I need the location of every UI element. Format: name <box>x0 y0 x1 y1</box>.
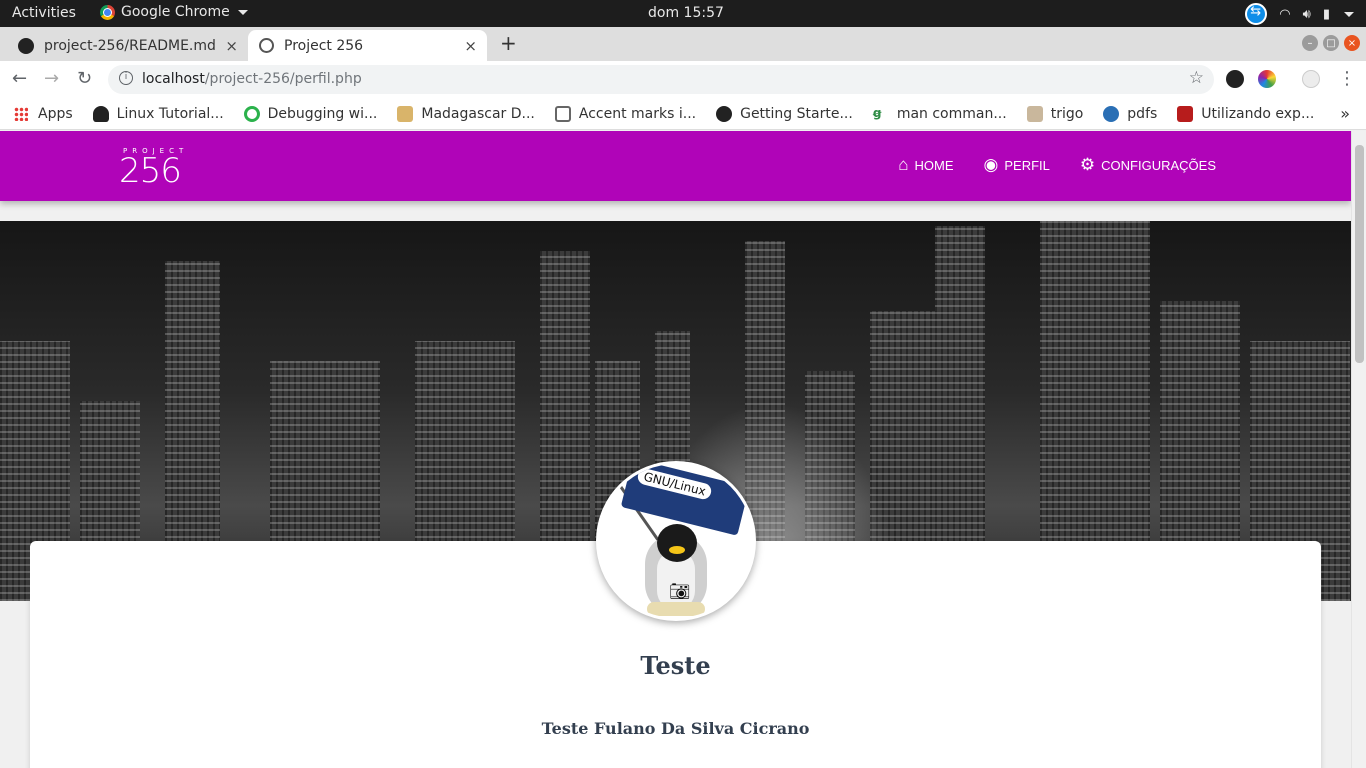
pdf-icon <box>1103 105 1120 122</box>
tab-readme[interactable]: project-256/README.md × <box>8 30 248 61</box>
minimize-button[interactable]: – <box>1302 35 1318 51</box>
bookmark-pdfs[interactable]: pdfs <box>1103 105 1158 122</box>
tab-close-icon[interactable]: × <box>464 37 477 55</box>
github-icon <box>18 37 34 54</box>
table-icon <box>1026 105 1043 122</box>
extension-icon[interactable] <box>1226 70 1244 88</box>
system-tray[interactable]: ◠ 🔊︎ ▮ <box>1245 3 1354 25</box>
tab-project-256[interactable]: Project 256 × <box>248 30 487 61</box>
tab-title: Project 256 <box>284 37 364 54</box>
nav-configuracoes-link[interactable]: ⚙ CONFIGURAÇÕES <box>1080 155 1216 175</box>
url-path: /project-256/perfil.php <box>204 71 362 87</box>
gg-icon: ꞡ <box>872 105 882 120</box>
browser-menu-icon[interactable]: ⋮ <box>1338 68 1356 89</box>
url-text[interactable]: localhost/project-256/perfil.php <box>142 71 362 87</box>
home-icon: ⌂ <box>898 155 909 174</box>
teamviewer-icon[interactable] <box>1245 3 1268 25</box>
profile-username: Teste <box>640 651 711 680</box>
bookmark-label: pdfs <box>1127 105 1158 122</box>
os-top-bar: Activities Google Chrome dom 15:57 ◠ 🔊︎ … <box>0 0 1366 27</box>
camera-icon[interactable]: 📷︎ <box>669 582 691 602</box>
bookmarks-bar: Apps Linux Tutorial... Debugging wi... M… <box>0 98 1366 130</box>
bookmark-getting-started[interactable]: Getting Starte... <box>716 105 853 122</box>
site-navbar: PROJECT 256 ⌂ HOME ◉ PERFIL ⚙ CONFIGURAÇ… <box>0 131 1351 201</box>
browser-toolbar: ← → ↻ i localhost/project-256/perfil.php… <box>0 61 1366 98</box>
bookmark-star-icon[interactable]: ☆ <box>1189 68 1204 88</box>
bookmark-debugging[interactable]: Debugging wi... <box>243 105 378 122</box>
github-icon <box>716 105 733 122</box>
bookmark-label: Madagascar D... <box>421 105 535 122</box>
target-icon <box>243 105 260 122</box>
bookmark-man-command[interactable]: ꞡ man comman... <box>873 106 1007 122</box>
bookmark-label: Apps <box>38 105 73 122</box>
color-picker-extension-icon[interactable] <box>1258 70 1276 88</box>
caret-down-icon <box>237 9 248 15</box>
account-icon: ◉ <box>983 155 999 174</box>
app-menu-label: Google Chrome <box>121 4 230 20</box>
bookmark-accent-marks[interactable]: Accent marks i... <box>554 105 697 122</box>
bookmark-madagascar[interactable]: Madagascar D... <box>397 105 535 122</box>
bookmark-icon <box>554 105 571 122</box>
address-bar[interactable]: i localhost/project-256/perfil.php ☆ <box>108 65 1214 94</box>
nav-home-label: HOME <box>914 157 954 173</box>
reload-icon[interactable]: ↻ <box>77 68 92 89</box>
nav-perfil-label: PERFIL <box>1004 157 1050 173</box>
wifi-icon: ◠ <box>1279 6 1291 22</box>
system-menu-caret-icon[interactable] <box>1344 11 1354 17</box>
bookmark-label: trigo <box>1050 105 1084 122</box>
bookmark-utilizando[interactable]: Utilizando exp... <box>1177 105 1315 122</box>
tab-strip: project-256/README.md × Project 256 × + … <box>0 27 1366 61</box>
maximize-button[interactable]: □ <box>1323 35 1339 51</box>
nav-configuracoes-label: CONFIGURAÇÕES <box>1101 157 1216 173</box>
profile-avatar-icon[interactable] <box>1302 70 1320 88</box>
nav-perfil-link[interactable]: ◉ PERFIL <box>984 155 1050 175</box>
bookmark-label: Getting Starte... <box>740 105 853 122</box>
activities-button[interactable]: Activities <box>12 5 76 21</box>
profile-avatar[interactable]: GNU/Linux 📷︎ <box>596 461 756 621</box>
chrome-icon <box>100 4 115 20</box>
bookmark-label: Utilizando exp... <box>1201 105 1315 122</box>
battery-icon: ▮ <box>1322 6 1330 22</box>
site-info-icon[interactable]: i <box>119 71 133 85</box>
logo-big-text: 256 <box>119 151 182 191</box>
volume-icon: 🔊︎ <box>1302 6 1311 22</box>
page-scrollbar[interactable] <box>1351 131 1366 768</box>
bookmark-trigo[interactable]: trigo <box>1026 105 1084 122</box>
close-window-button[interactable]: × <box>1344 35 1360 51</box>
bookmark-label: man comman... <box>896 105 1007 122</box>
new-tab-button[interactable]: + <box>500 31 517 55</box>
site-nav-links: ⌂ HOME ◉ PERFIL ⚙ CONFIGURAÇÕES <box>898 155 1216 175</box>
bookmark-apps[interactable]: Apps <box>14 106 73 122</box>
tux-icon <box>92 105 109 122</box>
nav-home-link[interactable]: ⌂ HOME <box>898 155 953 175</box>
scrollbar-thumb[interactable] <box>1355 145 1364 363</box>
bookmark-linux-tutorial[interactable]: Linux Tutorial... <box>92 105 224 122</box>
url-host: localhost <box>142 71 205 87</box>
tab-close-icon[interactable]: × <box>225 37 238 55</box>
clock[interactable]: dom 15:57 <box>648 5 724 21</box>
m-icon <box>397 105 414 122</box>
forward-arrow-icon[interactable]: → <box>44 68 59 89</box>
red-square-icon <box>1177 105 1194 122</box>
gear-icon: ⚙ <box>1079 155 1096 174</box>
bookmark-label: Linux Tutorial... <box>116 105 224 122</box>
apps-grid-icon <box>14 106 28 121</box>
window-controls: – □ × <box>1302 35 1360 51</box>
tux-penguin-icon <box>645 524 707 616</box>
bookmark-label: Accent marks i... <box>578 105 697 122</box>
tab-title: project-256/README.md <box>44 37 216 54</box>
more-bookmarks-chevron-icon[interactable]: » <box>1340 104 1350 123</box>
page-viewport: PROJECT 256 ⌂ HOME ◉ PERFIL ⚙ CONFIGURAÇ… <box>0 131 1366 768</box>
globe-icon <box>258 38 274 54</box>
bookmark-label: Debugging wi... <box>267 105 378 122</box>
back-arrow-icon[interactable]: ← <box>12 68 27 89</box>
profile-full-name: Teste Fulano Da Silva Cicrano <box>541 719 810 738</box>
app-menu[interactable]: Google Chrome <box>100 4 248 20</box>
